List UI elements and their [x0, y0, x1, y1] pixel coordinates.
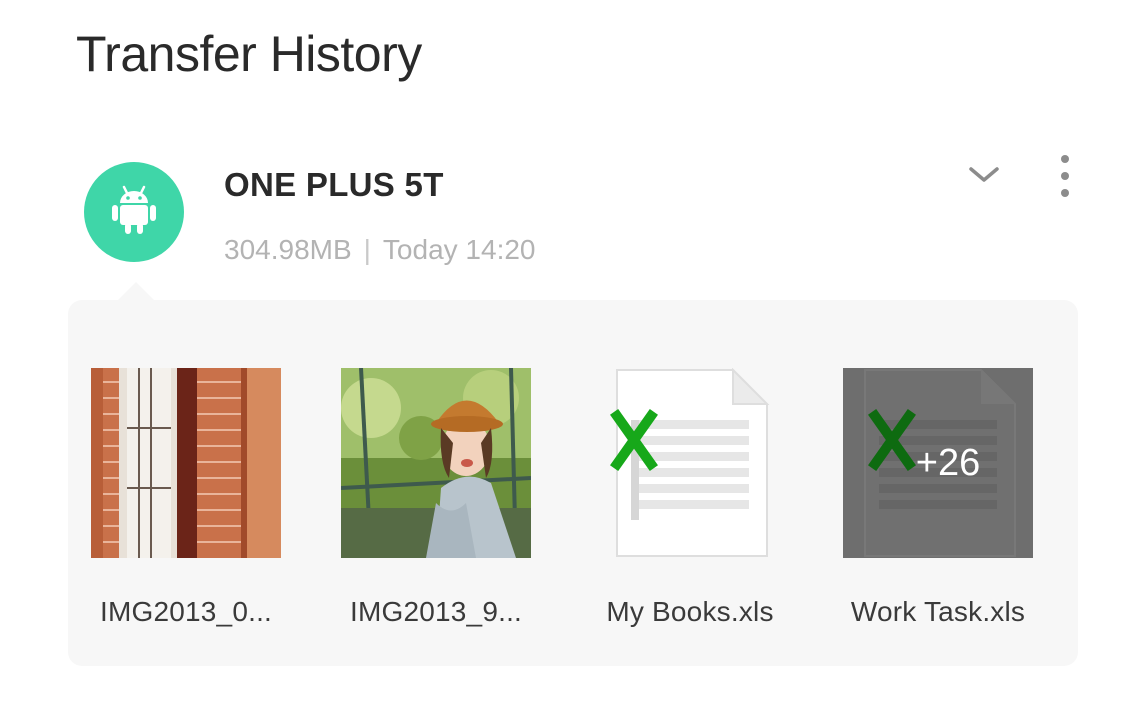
image-thumbnail — [91, 368, 281, 558]
file-item-img2013-0[interactable]: IMG2013_0... — [76, 368, 296, 628]
device-avatar — [84, 162, 184, 262]
excel-file-icon — [595, 368, 785, 558]
more-options-button[interactable] — [1046, 152, 1084, 204]
panel-pointer — [116, 282, 156, 302]
file-item-img2013-9[interactable]: IMG2013_9... — [326, 368, 546, 628]
file-name: Work Task.xls — [850, 596, 1026, 627]
file-name: IMG2013_9... — [349, 596, 523, 627]
android-icon — [111, 185, 157, 240]
device-meta: 304.98MB | Today 14:20 — [224, 234, 536, 266]
image-thumbnail — [341, 368, 531, 558]
excel-file-icon: +26 — [843, 368, 1033, 558]
transfer-time: Today 14:20 — [382, 234, 536, 265]
file-name: IMG2013_0... — [99, 596, 273, 627]
device-name: ONE PLUS 5T — [224, 166, 444, 203]
page-title: Transfer History — [76, 26, 422, 82]
file-item-work-task[interactable]: +26 Work Task.xls — [828, 368, 1048, 628]
transfer-size: 304.98MB — [224, 234, 352, 265]
file-name: My Books.xls — [606, 596, 774, 627]
more-files-count: +26 — [915, 441, 981, 484]
meta-separator: | — [363, 234, 371, 265]
chevron-down-icon — [968, 166, 1000, 189]
file-item-my-books[interactable]: My Books.xls — [580, 368, 800, 628]
more-vertical-icon — [1060, 154, 1070, 203]
expand-button[interactable] — [962, 160, 1006, 194]
